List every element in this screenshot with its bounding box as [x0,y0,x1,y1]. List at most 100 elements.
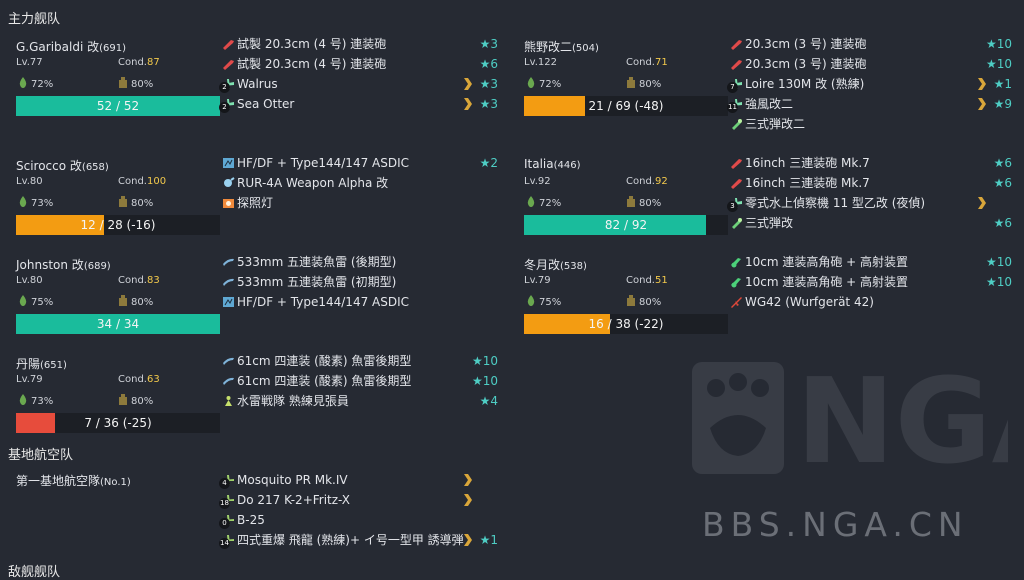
red-gun-icon [222,36,235,50]
ship-id: (658) [81,162,109,173]
equipment-item[interactable]: HF/DF + Type144/147 ASDIC [222,292,409,312]
cond-value: 100 [146,176,167,187]
ammo-icon [626,77,639,90]
ammo-value: 80% [131,297,154,308]
ship-card[interactable]: 丹陽(651) Lv.79 Cond.63 73% 80% 7 / 36 (-2… [16,355,222,435]
next-section-title: 敌舰舰队 [8,565,61,580]
ship-name: Johnston 改(689) [16,256,111,273]
equipment-item[interactable]: 2 Sea Otter [219,94,294,114]
ship-level: Lv.92 [524,176,551,187]
equipment-item[interactable]: 2 Walrus [219,74,278,94]
equipment-item[interactable]: 14 四式重爆 飛龍 (熟練)+ イ号一型甲 誘導弾 [219,530,464,550]
fuel-icon [18,394,31,407]
proficiency-chevron-icon [464,534,473,546]
equipment-item[interactable]: WG42 (Wurfgerät 42) [730,292,874,312]
fuel-level: 75% [18,295,53,308]
equipment-item[interactable]: 試製 20.3cm (4 号) 連装砲 [222,34,386,54]
equipment-item[interactable]: HF/DF + Type144/147 ASDIC [222,153,409,173]
slot-count: 7 [727,82,738,93]
equipment-item[interactable]: 探照灯 [222,193,273,213]
improvement-level: ★1 [479,533,498,547]
improvement-level: ★3 [479,77,498,91]
crew-icon [222,393,235,406]
cond-label: Cond. [118,57,147,68]
shell-icon [730,116,743,130]
equipment-item[interactable]: 10cm 連装高角砲 + 高射装置 [730,252,908,272]
seaplane-icon: 11 [727,96,743,113]
fuel-level: 75% [526,295,561,308]
cond-label: Cond. [626,57,655,68]
ship-card[interactable]: Scirocco 改(658) Lv.80 Cond.100 73% 80% 1… [16,157,222,237]
proficiency-chevron-icon [464,474,473,486]
equipment-item[interactable]: 533mm 五連装魚雷 (後期型) [222,252,396,272]
torpedo-icon [222,254,235,266]
equipment-name: 20.3cm (3 号) 連装砲 [745,37,867,51]
ship-card[interactable]: 熊野改二(504) Lv.122 Cond.71 72% 80% 21 / 69… [524,38,730,118]
equipment-name: RUR-4A Weapon Alpha 改 [237,176,389,190]
ammo-level: 80% [118,77,153,90]
cond-value: 92 [654,176,668,187]
equipment-item[interactable]: RUR-4A Weapon Alpha 改 [222,173,388,193]
equipment-item[interactable]: 20.3cm (3 号) 連装砲 [730,54,866,74]
ammo-level: 80% [118,295,153,308]
equipment-item[interactable]: 61cm 四連装 (酸素) 魚雷後期型 [222,371,411,391]
ship-card[interactable]: 冬月改(538) Lv.79 Cond.51 75% 80% 16 / 38 (… [524,256,730,336]
ship-condition: Cond.51 [626,275,668,286]
hp-bar: 7 / 36 (-25) [16,413,220,433]
fuel-icon [526,77,539,90]
ship-name: 冬月改(538) [524,256,587,273]
lbas-plane-icon: 14 [219,532,235,549]
proficiency-chevron-icon [978,197,987,209]
ship-card[interactable]: Italia(446) Lv.92 Cond.92 72% 80% 82 / 9… [524,157,730,237]
equipment-name: 16inch 三連装砲 Mk.7 [745,176,870,190]
ammo-level: 80% [118,394,153,407]
equipment-item[interactable]: 3 零式水上偵察機 11 型乙改 (夜偵) [727,193,925,213]
ammo-icon [118,394,131,407]
slot-count: 2 [219,102,230,113]
proficiency-chevron-icon [464,98,473,110]
hp-text: 7 / 36 (-25) [84,416,152,430]
equipment-item[interactable]: 0 B-25 [219,510,265,530]
ammo-value: 80% [639,198,662,209]
hp-bar: 52 / 52 [16,96,220,116]
ship-id: (651) [40,360,67,371]
equipment-item[interactable]: 16inch 三連装砲 Mk.7 [730,173,870,193]
cond-value: 71 [654,57,668,68]
equipment-name: HF/DF + Type144/147 ASDIC [237,156,410,170]
lbas-name-text: 第一基地航空隊 [16,474,101,488]
ammo-value: 80% [639,297,662,308]
equipment-item[interactable]: 10cm 連装高角砲 + 高射装置 [730,272,908,292]
equipment-item[interactable]: 三式弾改 [730,213,793,233]
equipment-item[interactable]: 61cm 四連装 (酸素) 魚雷後期型 [222,351,411,371]
equipment-item[interactable]: 11 強風改二 [727,94,793,114]
ship-condition: Cond.63 [118,374,160,385]
equipment-item[interactable]: 16inch 三連装砲 Mk.7 [730,153,870,173]
equipment-item[interactable]: 4 Mosquito PR Mk.IV [219,470,348,490]
ammo-icon [626,196,639,209]
hp-text: 12 / 28 (-16) [80,218,156,232]
equipment-item[interactable]: 7 Loire 130M 改 (熟練) [727,74,864,94]
ammo-value: 80% [131,198,154,209]
slot-count: 3 [727,201,738,212]
equipment-item[interactable]: 18 Do 217 K-2+Fritz-X [219,490,350,510]
cond-value: 83 [146,275,160,286]
hp-bar: 34 / 34 [16,314,220,334]
cond-label: Cond. [118,275,147,286]
improvement-level: ★6 [993,156,1012,170]
equipment-item[interactable]: 試製 20.3cm (4 号) 連装砲 [222,54,386,74]
equipment-name: 探照灯 [237,196,274,210]
fuel-value: 72% [539,198,562,209]
ship-card[interactable]: G.Garibaldi 改(691) Lv.77 Cond.87 72% 80%… [16,38,222,118]
equipment-item[interactable]: 三式弾改二 [730,114,805,134]
fuel-icon [18,196,31,209]
equipment-item[interactable]: 533mm 五連装魚雷 (初期型) [222,272,396,292]
equipment-item[interactable]: 20.3cm (3 号) 連装砲 [730,34,866,54]
cond-value: 51 [654,275,668,286]
hp-text: 82 / 92 [604,218,648,232]
equipment-name: 三式弾改二 [745,117,806,131]
equipment-name: 三式弾改 [745,216,794,230]
ship-card[interactable]: Johnston 改(689) Lv.80 Cond.83 75% 80% 34… [16,256,222,336]
equipment-item[interactable]: 水雷戦隊 熟練見張員 [222,391,349,411]
improvement-level: ★10 [985,255,1012,269]
improvement-level: ★6 [993,216,1012,230]
